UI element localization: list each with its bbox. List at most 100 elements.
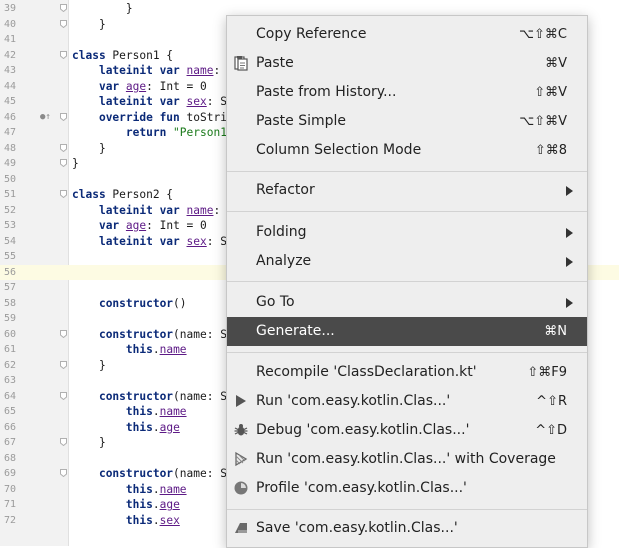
menu-separator <box>227 281 587 282</box>
menu-item-refactor[interactable]: Refactor <box>227 176 587 205</box>
line-number: 46 <box>4 111 17 123</box>
code-text: var age: Int = 0 <box>98 219 207 232</box>
profile-icon <box>233 480 249 496</box>
menu-item-go-to[interactable]: Go To <box>227 288 587 317</box>
menu-item-analyze[interactable]: Analyze <box>227 247 587 276</box>
run-icon <box>233 393 249 409</box>
line-number: 45 <box>4 96 17 107</box>
fold-marker-icon[interactable] <box>60 190 67 198</box>
menu-item-shortcut: ⇧⌘V <box>534 85 567 100</box>
menu-item-shortcut: ^⇧R <box>536 394 567 409</box>
menu-item-label: Analyze <box>256 253 312 269</box>
menu-item-paste[interactable]: Paste ⌘V <box>227 49 587 78</box>
menu-item-label: Paste <box>256 55 294 71</box>
fold-marker-icon[interactable] <box>60 4 67 12</box>
code-text: } <box>72 2 133 15</box>
menu-item-label: Save 'com.easy.kotlin.Clas...' <box>256 520 458 536</box>
code-text: constructor() <box>98 296 187 310</box>
code-text: } <box>72 358 106 372</box>
line-number: 53 <box>4 220 17 231</box>
fold-marker-icon[interactable] <box>60 159 67 167</box>
menu-item-label: Refactor <box>256 182 315 198</box>
fold-marker-icon[interactable] <box>60 469 67 477</box>
menu-item-paste-from-history[interactable]: Paste from History... ⇧⌘V <box>227 78 587 107</box>
override-marker-icon[interactable]: ●↑ <box>40 110 51 126</box>
line-number: 68 <box>4 452 17 464</box>
menu-item-shortcut: ⌥⇧⌘V <box>519 114 567 129</box>
fold-marker-icon[interactable] <box>60 112 67 121</box>
fold-marker-icon[interactable] <box>60 391 67 400</box>
menu-item-save-configuration[interactable]: Save 'com.easy.kotlin.Clas...' <box>227 514 587 543</box>
menu-item-debug[interactable]: Debug 'com.easy.kotlin.Clas...' ^⇧D <box>227 416 587 445</box>
line-number: 40 <box>4 18 17 30</box>
line-number: 61 <box>4 344 17 355</box>
menu-separator <box>227 509 587 510</box>
menu-item-label: Column Selection Mode <box>256 142 422 158</box>
line-number: 49 <box>4 158 17 169</box>
fold-marker-icon[interactable] <box>60 360 67 369</box>
menu-item-label: Run 'com.easy.kotlin.Clas...' with Cover… <box>256 451 556 467</box>
menu-item-column-selection-mode[interactable]: Column Selection Mode ⇧⌘8 <box>227 136 587 165</box>
line-number: 64 <box>4 390 17 402</box>
menu-item-folding[interactable]: Folding <box>227 218 587 247</box>
context-menu: Copy Reference ⌥⇧⌘C Paste ⌘V Paste from … <box>226 15 588 548</box>
menu-item-label: Go To <box>256 294 295 310</box>
menu-item-copy-reference[interactable]: Copy Reference ⌥⇧⌘C <box>227 20 587 49</box>
line-number: 72 <box>4 514 17 526</box>
code-text: this.name <box>125 482 187 496</box>
menu-item-label: Folding <box>256 224 307 240</box>
submenu-arrow-icon <box>566 228 573 238</box>
coverage-icon <box>233 451 249 467</box>
menu-separator <box>227 211 587 212</box>
line-number: 57 <box>4 282 17 293</box>
code-text: this.age <box>125 420 180 434</box>
line-number: 70 <box>4 483 17 495</box>
line-number: 58 <box>4 297 17 309</box>
line-number: 54 <box>4 235 17 247</box>
line-number: 71 <box>4 499 17 510</box>
menu-item-recompile[interactable]: Recompile 'ClassDeclaration.kt' ⇧⌘F9 <box>227 358 587 387</box>
code-text: this.name <box>125 343 187 356</box>
menu-separator <box>227 171 587 172</box>
menu-item-label: Copy Reference <box>256 26 367 42</box>
line-number: 52 <box>4 204 17 216</box>
menu-item-shortcut: ⇧⌘F9 <box>527 365 567 380</box>
menu-item-shortcut: ⌥⇧⌘C <box>519 27 567 42</box>
code-text: class Person2 { <box>72 188 174 201</box>
menu-item-label: Paste Simple <box>256 113 347 129</box>
line-number: 50 <box>4 173 17 185</box>
fold-marker-icon[interactable] <box>60 50 67 59</box>
line-number: 65 <box>4 406 17 417</box>
line-number: 59 <box>4 313 17 324</box>
menu-item-run[interactable]: Run 'com.easy.kotlin.Clas...' ^⇧R <box>227 387 587 416</box>
line-number: 39 <box>4 3 17 14</box>
submenu-arrow-icon <box>566 186 573 196</box>
menu-item-profile[interactable]: Profile 'com.easy.kotlin.Clas...' <box>227 474 587 503</box>
menu-separator <box>227 352 587 353</box>
fold-marker-icon[interactable] <box>60 438 67 446</box>
line-number: 51 <box>4 189 17 200</box>
line-number: 56 <box>4 266 17 278</box>
menu-item-shortcut: ⌘V <box>545 56 567 71</box>
line-number: 69 <box>4 468 17 479</box>
code-text: } <box>72 141 106 155</box>
menu-item-run-with-coverage[interactable]: Run 'com.easy.kotlin.Clas...' with Cover… <box>227 445 587 474</box>
line-number: 67 <box>4 437 17 448</box>
menu-item-shortcut: ^⇧D <box>535 423 567 438</box>
line-number: 48 <box>4 142 17 154</box>
code-text: this.sex <box>125 513 180 527</box>
menu-item-paste-simple[interactable]: Paste Simple ⌥⇧⌘V <box>227 107 587 136</box>
fold-marker-icon[interactable] <box>60 143 67 152</box>
menu-item-label: Paste from History... <box>256 84 397 100</box>
menu-item-generate[interactable]: Generate... ⌘N <box>227 317 587 346</box>
menu-item-label: Generate... <box>256 323 335 339</box>
code-text: this.name <box>125 405 187 418</box>
code-text: } <box>72 17 106 31</box>
line-number: 60 <box>4 328 17 340</box>
code-text: } <box>72 436 106 449</box>
fold-marker-icon[interactable] <box>60 329 67 338</box>
code-text: class Person1 { <box>72 48 174 62</box>
fold-marker-icon[interactable] <box>60 19 67 28</box>
line-number: 66 <box>4 421 17 433</box>
menu-item-shortcut: ⇧⌘8 <box>534 143 567 158</box>
